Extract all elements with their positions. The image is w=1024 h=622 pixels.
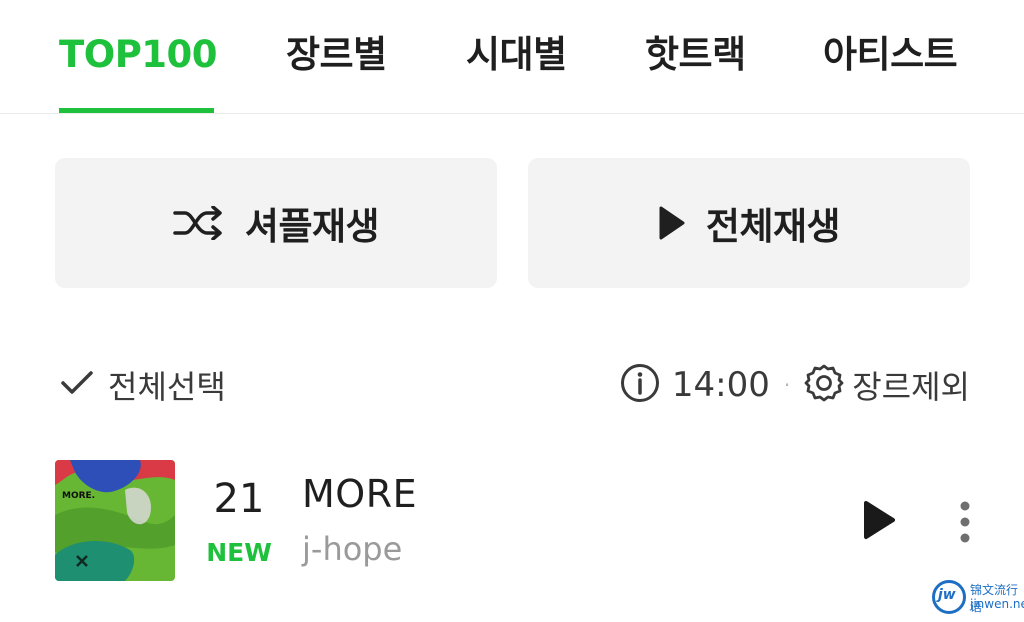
artist-name[interactable]: j-hope	[302, 530, 402, 568]
info-icon[interactable]	[620, 363, 660, 407]
play-icon	[864, 501, 895, 539]
active-tab-indicator	[59, 108, 214, 113]
shuffle-play-label: 셔플재생	[244, 205, 380, 248]
play-all-label: 전체재생	[705, 205, 841, 248]
tab-era[interactable]: 시대별	[466, 30, 567, 80]
watermark-url: jinwen.net	[970, 597, 1024, 611]
gear-icon	[804, 363, 844, 407]
play-all-button[interactable]: 전체재생	[528, 158, 970, 288]
genre-exclude-label: 장르제외	[852, 368, 970, 406]
toolbar-right-group: 14:00 · 장르제외	[620, 360, 970, 410]
list-toolbar: 전체선택 14:00 · 장르제외	[60, 360, 970, 410]
chart-tabs: TOP100 장르별 시대별 핫트랙 아티스트	[0, 0, 1024, 114]
chart-page: TOP100 장르별 시대별 핫트랙 아티스트 셔플재생 전체재생 전체선택 1…	[0, 0, 1024, 622]
song-title[interactable]: MORE	[302, 472, 417, 516]
album-art-text: MORE.	[62, 491, 95, 501]
new-badge: NEW	[206, 538, 272, 567]
watermark-logo-text: jw	[938, 587, 956, 603]
shuffle-icon	[173, 206, 225, 240]
track-row[interactable]: MORE. 21 NEW MORE j-hope	[55, 460, 985, 581]
watermark-logo: jw	[932, 580, 966, 614]
select-all-label: 전체선택	[108, 368, 226, 406]
check-icon	[60, 369, 94, 401]
tab-artist[interactable]: 아티스트	[823, 30, 958, 80]
chart-update-time: 14:00	[671, 365, 770, 405]
album-cover-image[interactable]: MORE.	[55, 460, 175, 581]
track-play-button[interactable]	[860, 498, 900, 542]
shuffle-play-button[interactable]: 셔플재생	[55, 158, 497, 288]
play-icon	[658, 205, 686, 241]
separator-dot: ·	[783, 373, 791, 397]
track-more-button[interactable]	[950, 498, 980, 546]
genre-exclude-button[interactable]: 장르제외	[804, 362, 970, 408]
tab-hot-track[interactable]: 핫트랙	[645, 30, 746, 80]
watermark: jw 锦文流行语 jinwen.net	[928, 578, 1024, 618]
track-rank: 21	[213, 476, 265, 522]
more-vertical-icon	[960, 501, 970, 543]
tab-genre[interactable]: 장르별	[286, 30, 387, 80]
select-all-button[interactable]: 전체선택	[60, 360, 226, 410]
tab-top100[interactable]: TOP100	[59, 30, 218, 80]
